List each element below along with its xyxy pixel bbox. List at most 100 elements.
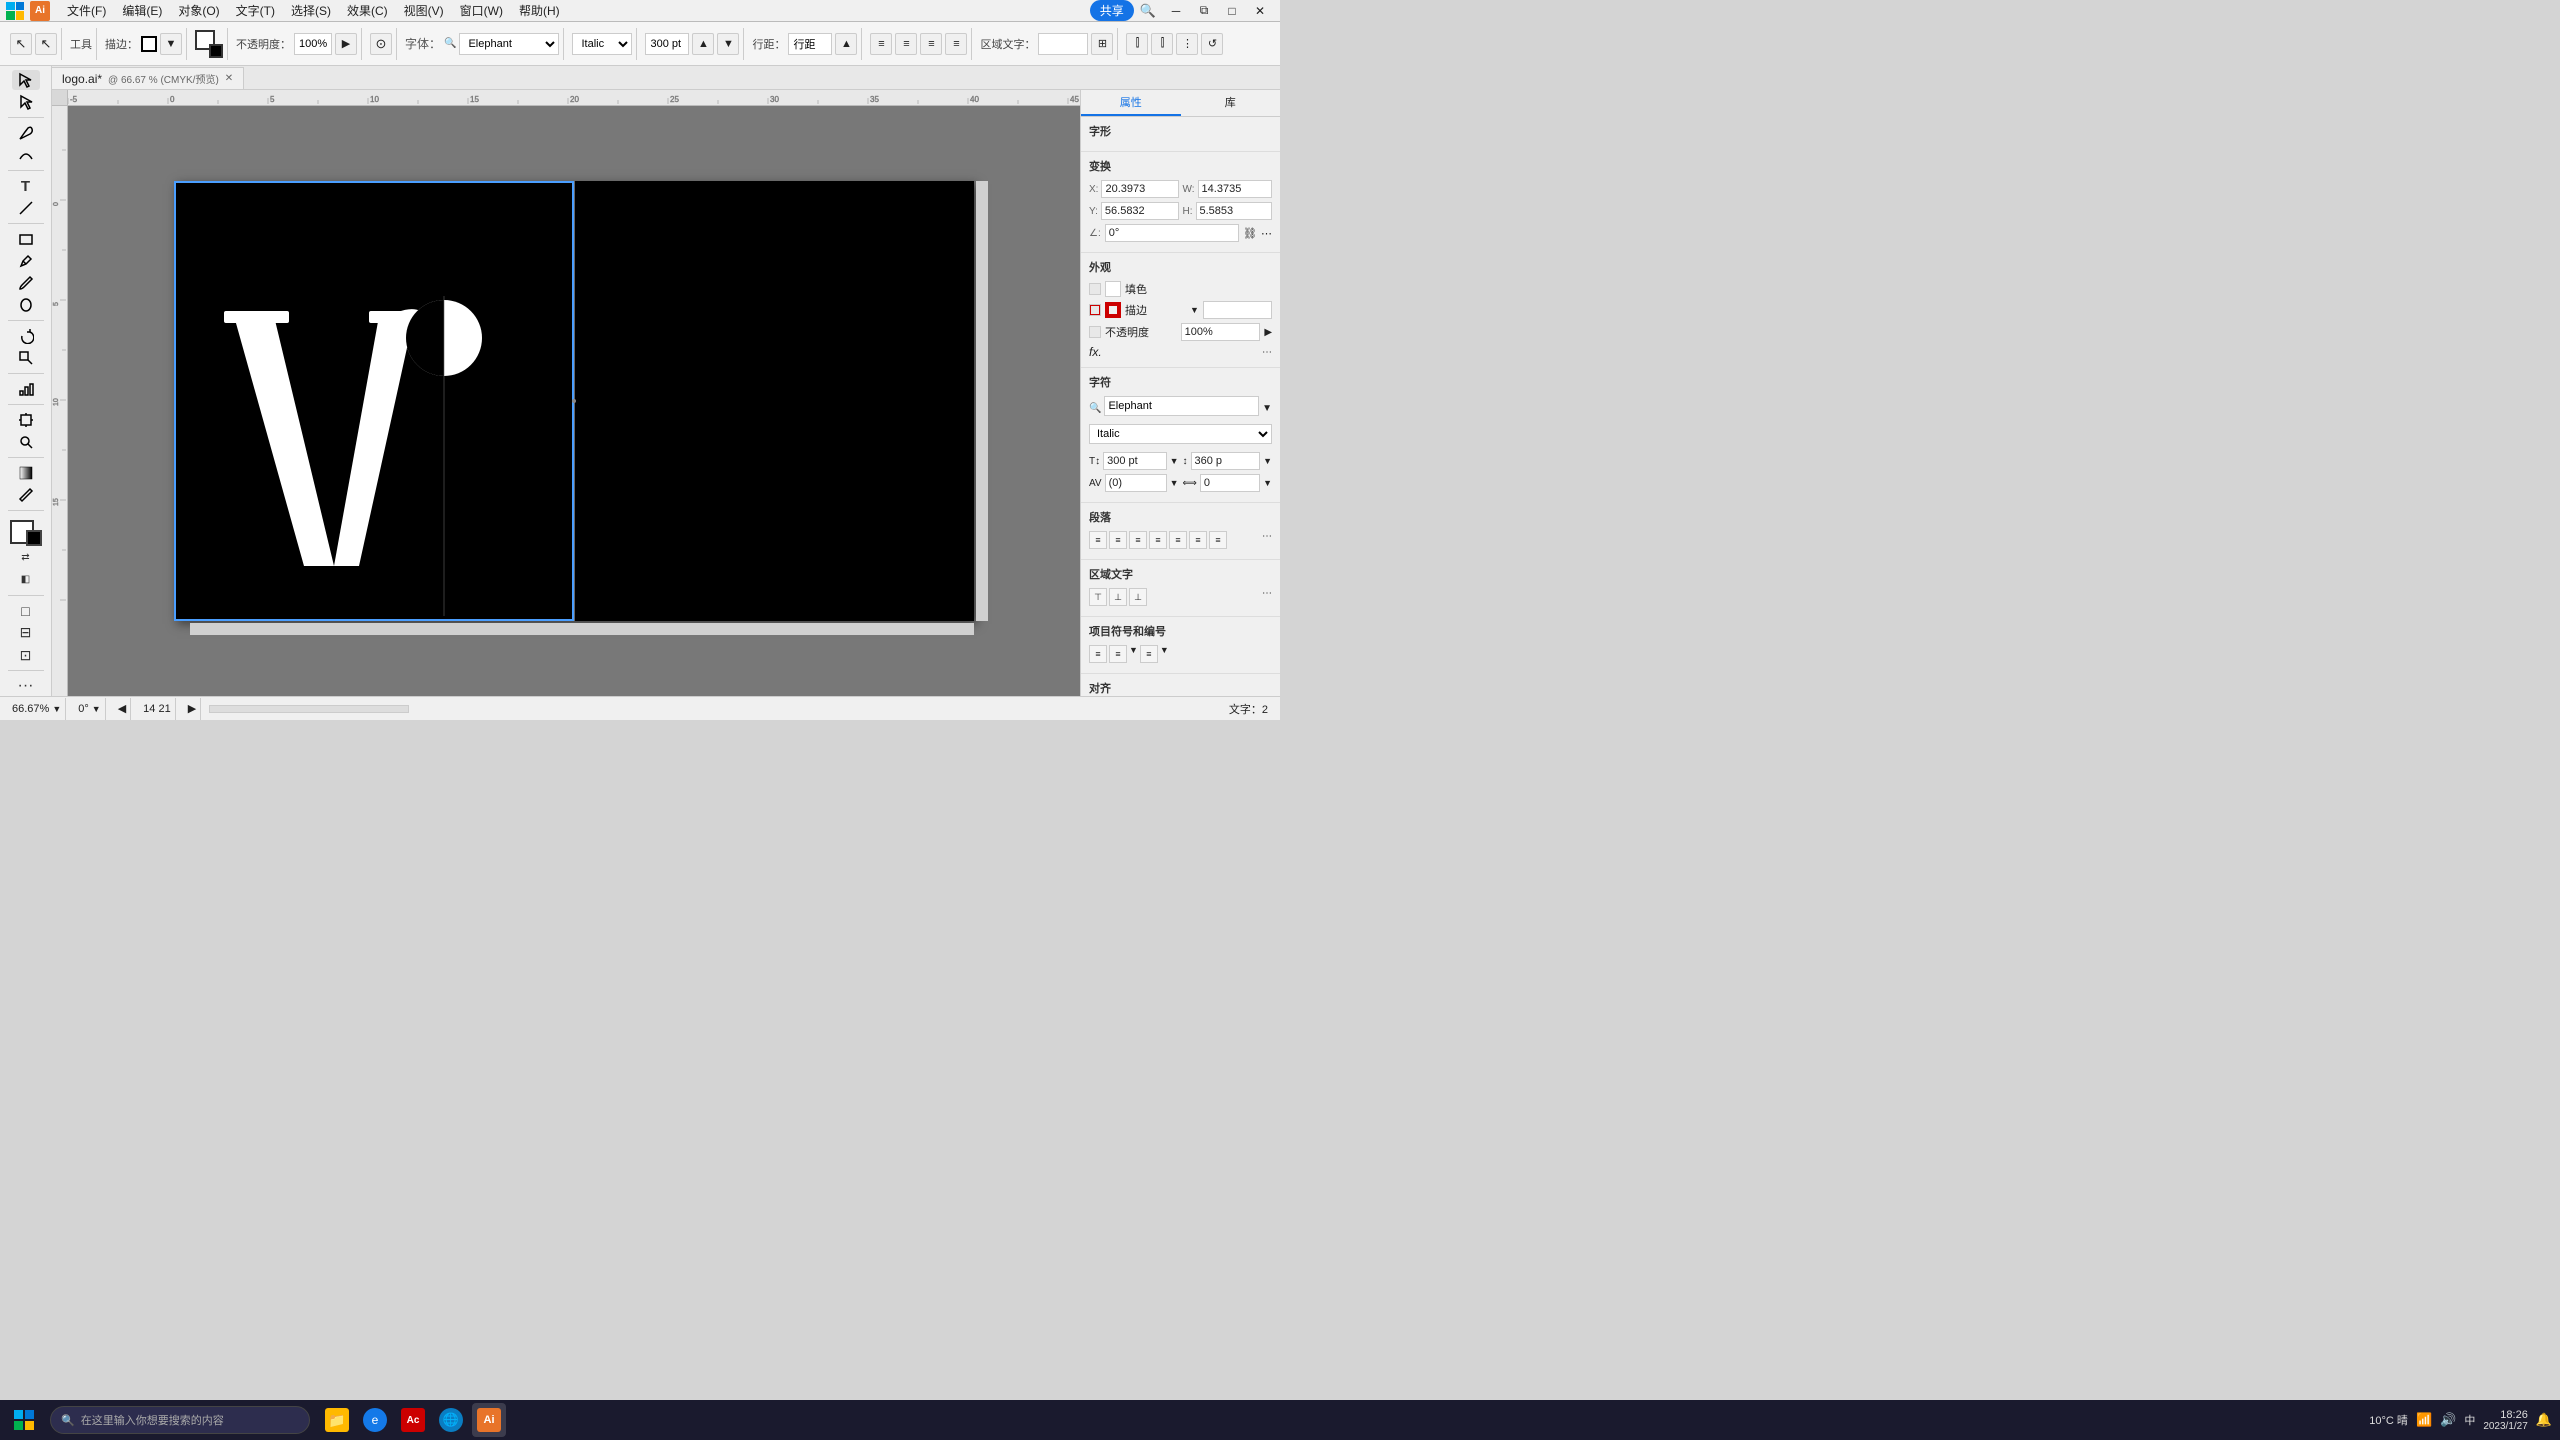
align-right-btn[interactable]: ≡ [920,33,942,55]
font-name-select[interactable]: Elephant [459,33,559,55]
restore-button[interactable]: ⧉ [1190,0,1218,22]
zoom-dropdown-icon[interactable]: ▼ [52,704,61,714]
minimize-button[interactable]: ─ [1162,0,1190,22]
align-center-btn[interactable]: ≡ [895,33,917,55]
para-justify-right[interactable]: ≡ [1209,531,1227,549]
line-tool-btn[interactable] [12,198,40,218]
stroke-color-swatch[interactable] [141,36,157,52]
notification-icon[interactable]: 🔔 [2536,1412,2552,1428]
kerning-expand-rp[interactable]: ▼ [1170,478,1179,488]
y-value[interactable]: 56.5832 [1101,202,1179,220]
opacity-input[interactable] [294,33,332,55]
leading-up-icon[interactable]: ▲ [835,33,857,55]
eyedropper-tool-btn[interactable] [12,485,40,505]
menu-edit[interactable]: 编辑(E) [115,1,169,20]
para-justify-center[interactable]: ≡ [1169,531,1187,549]
opacity-value-rp[interactable]: 100% [1181,323,1261,341]
next-artboard-btn[interactable]: ▶ [184,698,201,720]
zoom-status[interactable]: 66.67% ▼ [8,698,66,720]
pen-tool-btn[interactable] [12,123,40,143]
gradient-tool-btn[interactable] [12,463,40,483]
list-btn-1[interactable]: ≡ [1089,645,1107,663]
stroke-dropdown-icon[interactable]: ▼ [1190,305,1199,315]
clock[interactable]: 18:26 2023/1/27 [2483,1409,2528,1432]
menu-object[interactable]: 对象(O) [171,1,226,20]
para-align-left[interactable]: ≡ [1089,531,1107,549]
share-button[interactable]: 共享 [1090,0,1134,21]
opacity-checkbox[interactable] [1089,326,1101,338]
justify-btn[interactable]: ≡ [945,33,967,55]
opacity-expand-rp[interactable]: ▶ [1264,327,1272,338]
para-align-center[interactable]: ≡ [1109,531,1127,549]
selection-tool-btn[interactable] [12,70,40,90]
taskbar-search-box[interactable]: 🔍 在这里输入你想要搜索的内容 [50,1406,310,1434]
w-value[interactable]: 14.3735 [1198,180,1272,198]
inside-mode-btn[interactable]: ⊡ [12,645,40,665]
windows-logo-icon[interactable] [6,2,24,20]
menu-effect[interactable]: 效果(C) [340,1,395,20]
font-size-input[interactable] [645,33,689,55]
tracking-expand-rp[interactable]: ▼ [1263,478,1272,488]
leading-input[interactable] [788,33,832,55]
taskbar-illustrator-app[interactable]: Ai [472,1403,506,1437]
tab-properties[interactable]: 属性 [1081,90,1181,116]
menu-file[interactable]: 文件(F) [60,1,113,20]
scale-tool-btn[interactable] [12,348,40,368]
fill-checkbox[interactable] [1089,283,1101,295]
more-tools-icon[interactable]: ⋮ [1176,33,1198,55]
area-text-icon[interactable]: ⊞ [1091,33,1113,55]
tab-library[interactable]: 库 [1181,90,1281,116]
font-dropdown-rp[interactable]: ▼ [1262,403,1272,414]
area-text-input[interactable] [1038,33,1088,55]
tracking-rp[interactable]: 0 [1200,474,1260,492]
direct-select-icon[interactable]: ↖ [35,33,57,55]
font-size-up-icon[interactable]: ▲ [692,33,714,55]
para-more-icon[interactable]: ⋯ [1262,531,1272,549]
stroke-value-box[interactable] [1203,301,1272,319]
x-value[interactable]: 20.3973 [1101,180,1178,198]
para-justify-left[interactable]: ≡ [1149,531,1167,549]
transform-more-icon[interactable]: ⋯ [1261,227,1272,240]
fx-more-icon[interactable]: ⋯ [1262,347,1272,358]
close-button[interactable]: ✕ [1246,0,1274,22]
angle-value[interactable]: 0° [1105,224,1239,242]
leading-rp[interactable]: 360 p [1191,452,1261,470]
list-expand-2-icon[interactable]: ▼ [1160,645,1169,663]
normal-mode-btn[interactable]: □ [12,601,40,621]
more-tools-btn[interactable]: ··· [12,676,40,696]
menu-window[interactable]: 窗口(W) [453,1,510,20]
taskbar-browser-app[interactable]: e [358,1403,392,1437]
para-justify-all[interactable]: ≡ [1189,531,1207,549]
fill-stroke-area[interactable] [195,30,223,58]
stroke-checkbox[interactable] [1089,304,1101,316]
menu-view[interactable]: 视图(V) [397,1,451,20]
distribute-vert-icon[interactable]: ⫿ [1151,33,1173,55]
paintbrush-tool-btn[interactable] [12,273,40,293]
prev-artboard-btn[interactable]: ◀ [114,698,131,720]
area-align-middle[interactable]: ⊥ [1109,588,1127,606]
constrain-icon[interactable]: ⛓ [1243,227,1257,240]
distribute-horiz-icon[interactable]: ⫿ [1126,33,1148,55]
artboard-tool-btn[interactable] [12,410,40,430]
list-expand-icon[interactable]: ▼ [1129,645,1138,663]
stroke-options-icon[interactable]: ▼ [160,33,182,55]
font-size-expand-rp[interactable]: ▼ [1170,456,1179,466]
rect-tool-btn[interactable] [12,229,40,249]
ime-indicator[interactable]: 中 [2464,1412,2475,1428]
font-size-down-icon[interactable]: ▼ [717,33,739,55]
direct-select-btn[interactable] [12,92,40,112]
menu-type[interactable]: 文字(T) [229,1,282,20]
canvas-area[interactable]: -5 0 5 10 15 20 25 [52,90,1080,696]
h-scrollbar[interactable] [190,623,974,635]
swap-colors-icon[interactable]: ⇄ [12,548,40,568]
fx-label[interactable]: fx. [1089,345,1102,359]
rotation-status[interactable]: 0° ▼ [74,698,105,720]
artboard[interactable] [174,181,974,621]
font-style-select-rp[interactable]: Italic [1089,424,1272,444]
stroke-swatch[interactable] [26,530,42,546]
curvature-tool-btn[interactable] [12,145,40,165]
zoom-tool-btn[interactable] [12,432,40,452]
area-align-bottom[interactable]: ⊥ [1129,588,1147,606]
list-btn-3[interactable]: ≡ [1140,645,1158,663]
document-tab[interactable]: logo.ai* @ 66.67 % (CMYK/预览) ✕ [52,67,244,89]
